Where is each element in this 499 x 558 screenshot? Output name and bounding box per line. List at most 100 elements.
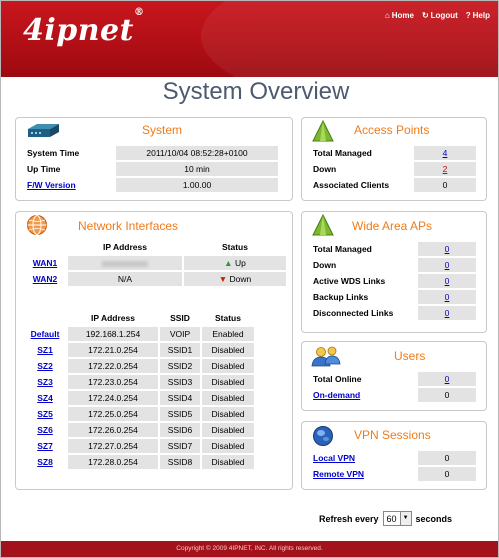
registered-mark: ® bbox=[134, 7, 145, 18]
ap-total-managed-value: 4 bbox=[414, 146, 476, 160]
wan-status-header: Status bbox=[222, 242, 248, 252]
help-link[interactable]: ? Help bbox=[466, 11, 490, 20]
sz-name-link[interactable]: SZ3 bbox=[24, 375, 66, 389]
wap-backup-value: 0 bbox=[418, 290, 476, 304]
sz-name-link[interactable]: SZ6 bbox=[24, 423, 66, 437]
network-globe-icon bbox=[27, 215, 47, 235]
table-row: SZ1 172.21.0.254 SSID1 Disabled bbox=[24, 343, 254, 357]
ap-clients-label: Associated Clients bbox=[313, 180, 390, 190]
table-row: WAN2 N/A ▼ Down bbox=[24, 272, 286, 286]
sz-status-value: Disabled bbox=[202, 359, 254, 373]
sz-status-value: Enabled bbox=[202, 327, 254, 341]
wan2-link[interactable]: WAN2 bbox=[24, 272, 66, 286]
table-row: SZ2 172.22.0.254 SSID2 Disabled bbox=[24, 359, 254, 373]
wap-wds-link[interactable]: 0 bbox=[445, 276, 450, 286]
wide-area-aps-title: Wide Area APs bbox=[352, 219, 433, 233]
table-row: Associated Clients 0 bbox=[310, 178, 476, 192]
wide-area-aps-panel: Wide Area APs Total Managed 0 Down 0 Activ… bbox=[301, 211, 487, 333]
sz-name-link[interactable]: Default bbox=[24, 327, 66, 341]
table-row: Backup Links 0 bbox=[310, 290, 476, 304]
network-interfaces-panel: Network Interfaces IP Address Status WAN… bbox=[15, 211, 293, 490]
page-frame: 4ipnet® ⌂ Home ↻ Logout ? Help System Overv… bbox=[0, 0, 499, 558]
ap-down-label: Down bbox=[313, 164, 337, 174]
table-row: Up Time 10 min bbox=[24, 162, 278, 176]
table-row: Total Online 0 bbox=[310, 372, 476, 386]
table-row: SZ5 172.25.0.254 SSID5 Disabled bbox=[24, 407, 254, 421]
local-vpn-link[interactable]: Local VPN bbox=[310, 451, 416, 465]
ap-total-managed-link[interactable]: 4 bbox=[443, 148, 448, 158]
sz-status-value: Disabled bbox=[202, 375, 254, 389]
remote-vpn-value: 0 bbox=[418, 467, 476, 481]
wap-disconnected-link[interactable]: 0 bbox=[445, 308, 450, 318]
vpn-sessions-panel: VPN Sessions Local VPN 0 Remote VPN 0 bbox=[301, 421, 487, 490]
wan-ip-header: IP Address bbox=[103, 242, 147, 252]
sz-status-value: Disabled bbox=[202, 391, 254, 405]
sz-ssid-value: SSID5 bbox=[160, 407, 200, 421]
wap-total-managed-label: Total Managed bbox=[313, 244, 372, 254]
table-row: Disconnected Links 0 bbox=[310, 306, 476, 320]
wap-down-link[interactable]: 0 bbox=[445, 260, 450, 270]
table-row: SZ8 172.28.0.254 SSID8 Disabled bbox=[24, 455, 254, 469]
users-total-online-label: Total Online bbox=[313, 374, 362, 384]
sz-status-header: Status bbox=[215, 313, 241, 323]
help-label: Help bbox=[472, 11, 490, 20]
network-interfaces-title: Network Interfaces bbox=[78, 219, 179, 233]
table-row: SZ3 172.23.0.254 SSID3 Disabled bbox=[24, 375, 254, 389]
wap-disconnected-label: Disconnected Links bbox=[313, 308, 394, 318]
home-link[interactable]: ⌂ Home bbox=[385, 11, 414, 20]
wap-total-managed-value: 0 bbox=[418, 242, 476, 256]
wan1-link[interactable]: WAN1 bbox=[24, 256, 66, 270]
table-row: SZ7 172.27.0.254 SSID7 Disabled bbox=[24, 439, 254, 453]
system-time-label: System Time bbox=[27, 148, 80, 158]
logout-link[interactable]: ↻ Logout bbox=[422, 11, 458, 20]
system-table: System Time 2011/10/04 08:52:28+0100 Up T… bbox=[22, 144, 280, 194]
sz-ip-value: 172.22.0.254 bbox=[68, 359, 158, 373]
wap-backup-link[interactable]: 0 bbox=[445, 292, 450, 302]
wap-wds-value: 0 bbox=[418, 274, 476, 288]
sz-ssid-value: SSID3 bbox=[160, 375, 200, 389]
table-row: F/W Version 1.00.00 bbox=[24, 178, 278, 192]
on-demand-link[interactable]: On-demand bbox=[310, 388, 416, 402]
sz-status-value: Disabled bbox=[202, 423, 254, 437]
sz-name-link[interactable]: SZ4 bbox=[24, 391, 66, 405]
sz-name-link[interactable]: SZ2 bbox=[24, 359, 66, 373]
wap-down-label: Down bbox=[313, 260, 337, 270]
sz-name-link[interactable]: SZ7 bbox=[24, 439, 66, 453]
brand-logo[interactable]: 4ipnet® bbox=[23, 7, 145, 48]
table-row: Down 2 bbox=[310, 162, 476, 176]
sz-ip-value: 172.26.0.254 bbox=[68, 423, 158, 437]
on-demand-value: 0 bbox=[418, 388, 476, 402]
home-icon: ⌂ bbox=[384, 11, 390, 20]
sz-ip-value: 172.25.0.254 bbox=[68, 407, 158, 421]
table-row: On-demand 0 bbox=[310, 388, 476, 402]
table-row: Total Managed 0 bbox=[310, 242, 476, 256]
sz-status-value: Disabled bbox=[202, 343, 254, 357]
wap-total-managed-link[interactable]: 0 bbox=[445, 244, 450, 254]
refresh-interval-value: 60 bbox=[386, 513, 397, 524]
sz-ip-value: 172.24.0.254 bbox=[68, 391, 158, 405]
table-row: System Time 2011/10/04 08:52:28+0100 bbox=[24, 146, 278, 160]
chevron-down-icon: ▼ bbox=[399, 512, 411, 525]
help-icon: ? bbox=[465, 11, 471, 20]
wan1-status-label: Up bbox=[234, 258, 246, 268]
sz-name-link[interactable]: SZ8 bbox=[24, 455, 66, 469]
vpn-table: Local VPN 0 Remote VPN 0 bbox=[308, 449, 478, 483]
sz-ip-header: IP Address bbox=[91, 313, 135, 323]
sz-name-link[interactable]: SZ5 bbox=[24, 407, 66, 421]
logo-text: 4ipnet bbox=[23, 13, 135, 48]
wan2-status-label: Down bbox=[229, 274, 252, 284]
users-total-online-link[interactable]: 0 bbox=[445, 374, 450, 384]
uptime-value: 10 min bbox=[116, 162, 278, 176]
access-points-title: Access Points bbox=[354, 123, 430, 137]
refresh-prefix: Refresh every bbox=[319, 513, 379, 524]
refresh-interval-select[interactable]: 60 ▼ bbox=[382, 511, 412, 526]
sz-ip-value: 172.21.0.254 bbox=[68, 343, 158, 357]
ap-down-link[interactable]: 2 bbox=[443, 164, 448, 174]
page-title: System Overview bbox=[162, 78, 350, 105]
sz-ip-value: 172.27.0.254 bbox=[68, 439, 158, 453]
remote-vpn-link[interactable]: Remote VPN bbox=[310, 467, 416, 481]
sz-name-link[interactable]: SZ1 bbox=[24, 343, 66, 357]
fw-version-link[interactable]: F/W Version bbox=[24, 178, 114, 192]
ap-clients-value: 0 bbox=[414, 178, 476, 192]
sz-ssid-value: SSID4 bbox=[160, 391, 200, 405]
